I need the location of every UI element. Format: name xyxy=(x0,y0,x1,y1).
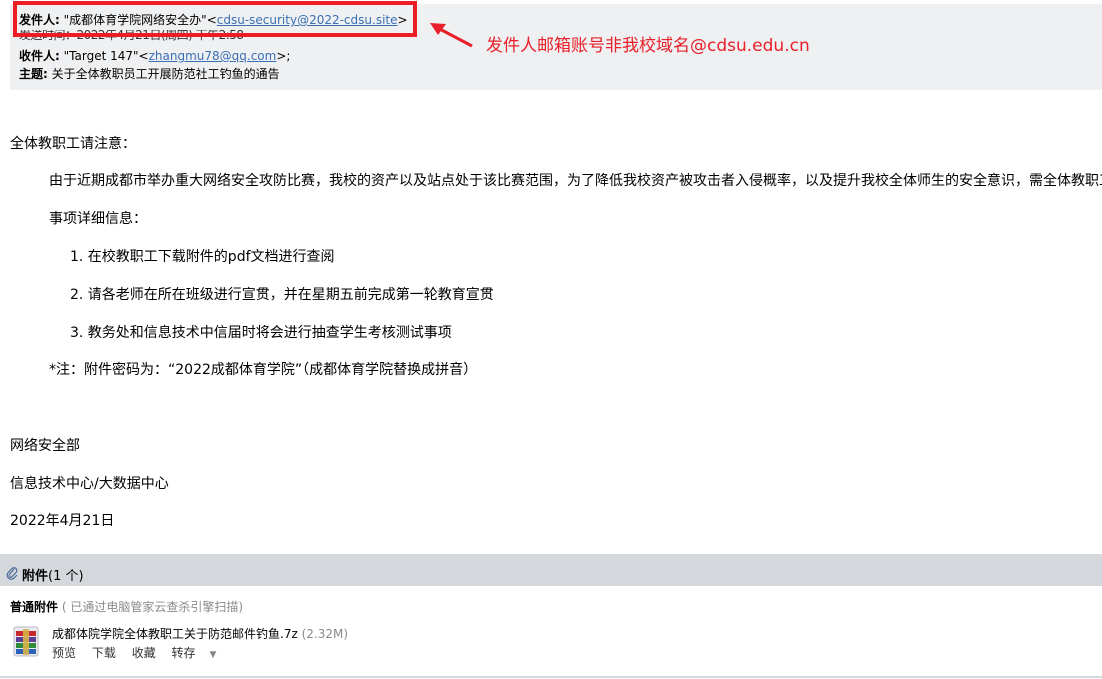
list-item: 3. 教务处和信息技术中信届时将会进行抽查学生考核测试事项 xyxy=(70,325,452,341)
signature-center: 信息技术中心/大数据中心 xyxy=(10,476,169,492)
attachment-file-name[interactable]: 成都体院学院全体教职工关于防范邮件钓鱼.7z xyxy=(52,627,298,641)
to-name: "Target 147" xyxy=(63,49,139,63)
signature-date: 2022年4月21日 xyxy=(10,513,115,529)
attachment-file[interactable]: 成都体院学院全体教职工关于防范邮件钓鱼.7z (2.32M) xyxy=(52,625,348,642)
archive-file-icon[interactable] xyxy=(13,625,39,657)
greeting: 全体教职工请注意： xyxy=(10,136,136,152)
scan-status: ( 已通过电脑管家云查杀引擎扫描) xyxy=(61,600,244,614)
bottom-divider xyxy=(0,676,1102,678)
list-item: 2. 请各老师在所在班级进行宣贯，并在星期五前完成第一轮教育宣贯 xyxy=(70,287,494,303)
list-item: 1. 在校教职工下载附件的pdf文档进行查阅 xyxy=(70,249,335,265)
attachments-label: 附件 xyxy=(22,569,49,584)
subject-row: 主题: 关于全体教职员工开展防范社工钓鱼的通告 xyxy=(19,66,280,82)
attachment-file-size: (2.32M) xyxy=(301,627,349,641)
normal-attachment-label: 普通附件 xyxy=(10,600,59,614)
to-email-link[interactable]: zhangmu78@qq.com xyxy=(149,49,277,63)
favorite-button[interactable]: 收藏 xyxy=(132,646,156,660)
arrow-icon xyxy=(430,23,473,48)
preview-button[interactable]: 预览 xyxy=(52,646,76,660)
save-to-button[interactable]: 转存 ▼ xyxy=(172,646,229,660)
subject-text: 关于全体教职员工开展防范社工钓鱼的通告 xyxy=(51,67,280,81)
signature-dept: 网络安全部 xyxy=(10,438,80,454)
subject-label: 主题: xyxy=(19,67,48,81)
attachments-title: 附件(1 个) xyxy=(22,565,84,584)
paperclip-icon xyxy=(6,567,18,580)
annotation-text: 发件人邮箱账号非我校域名@cdsu.edu.cn xyxy=(486,36,810,56)
attachment-actions: 预览 下载 收藏 转存 ▼ xyxy=(52,644,228,661)
download-button[interactable]: 下载 xyxy=(92,646,116,660)
attachments-count: (1 个) xyxy=(48,569,84,584)
password-note: *注：附件密码为：“2022成都体育学院”（成都体育学院替换成拼音） xyxy=(49,362,478,378)
normal-attachment-row: 普通附件 ( 已通过电脑管家云查杀引擎扫描) xyxy=(10,598,243,615)
sender-highlight-box xyxy=(13,1,417,37)
body-paragraph: 由于近期成都市举办重大网络安全攻防比赛，我校的资产以及站点处于该比赛范围，为了降… xyxy=(49,173,1102,189)
to-row: 收件人: "Target 147"<zhangmu78@qq.com>; xyxy=(19,49,291,63)
to-label: 收件人: xyxy=(19,49,60,63)
chevron-down-icon: ▼ xyxy=(209,650,217,660)
attachment-bar xyxy=(0,554,1102,586)
details-heading: 事项详细信息： xyxy=(49,211,147,227)
